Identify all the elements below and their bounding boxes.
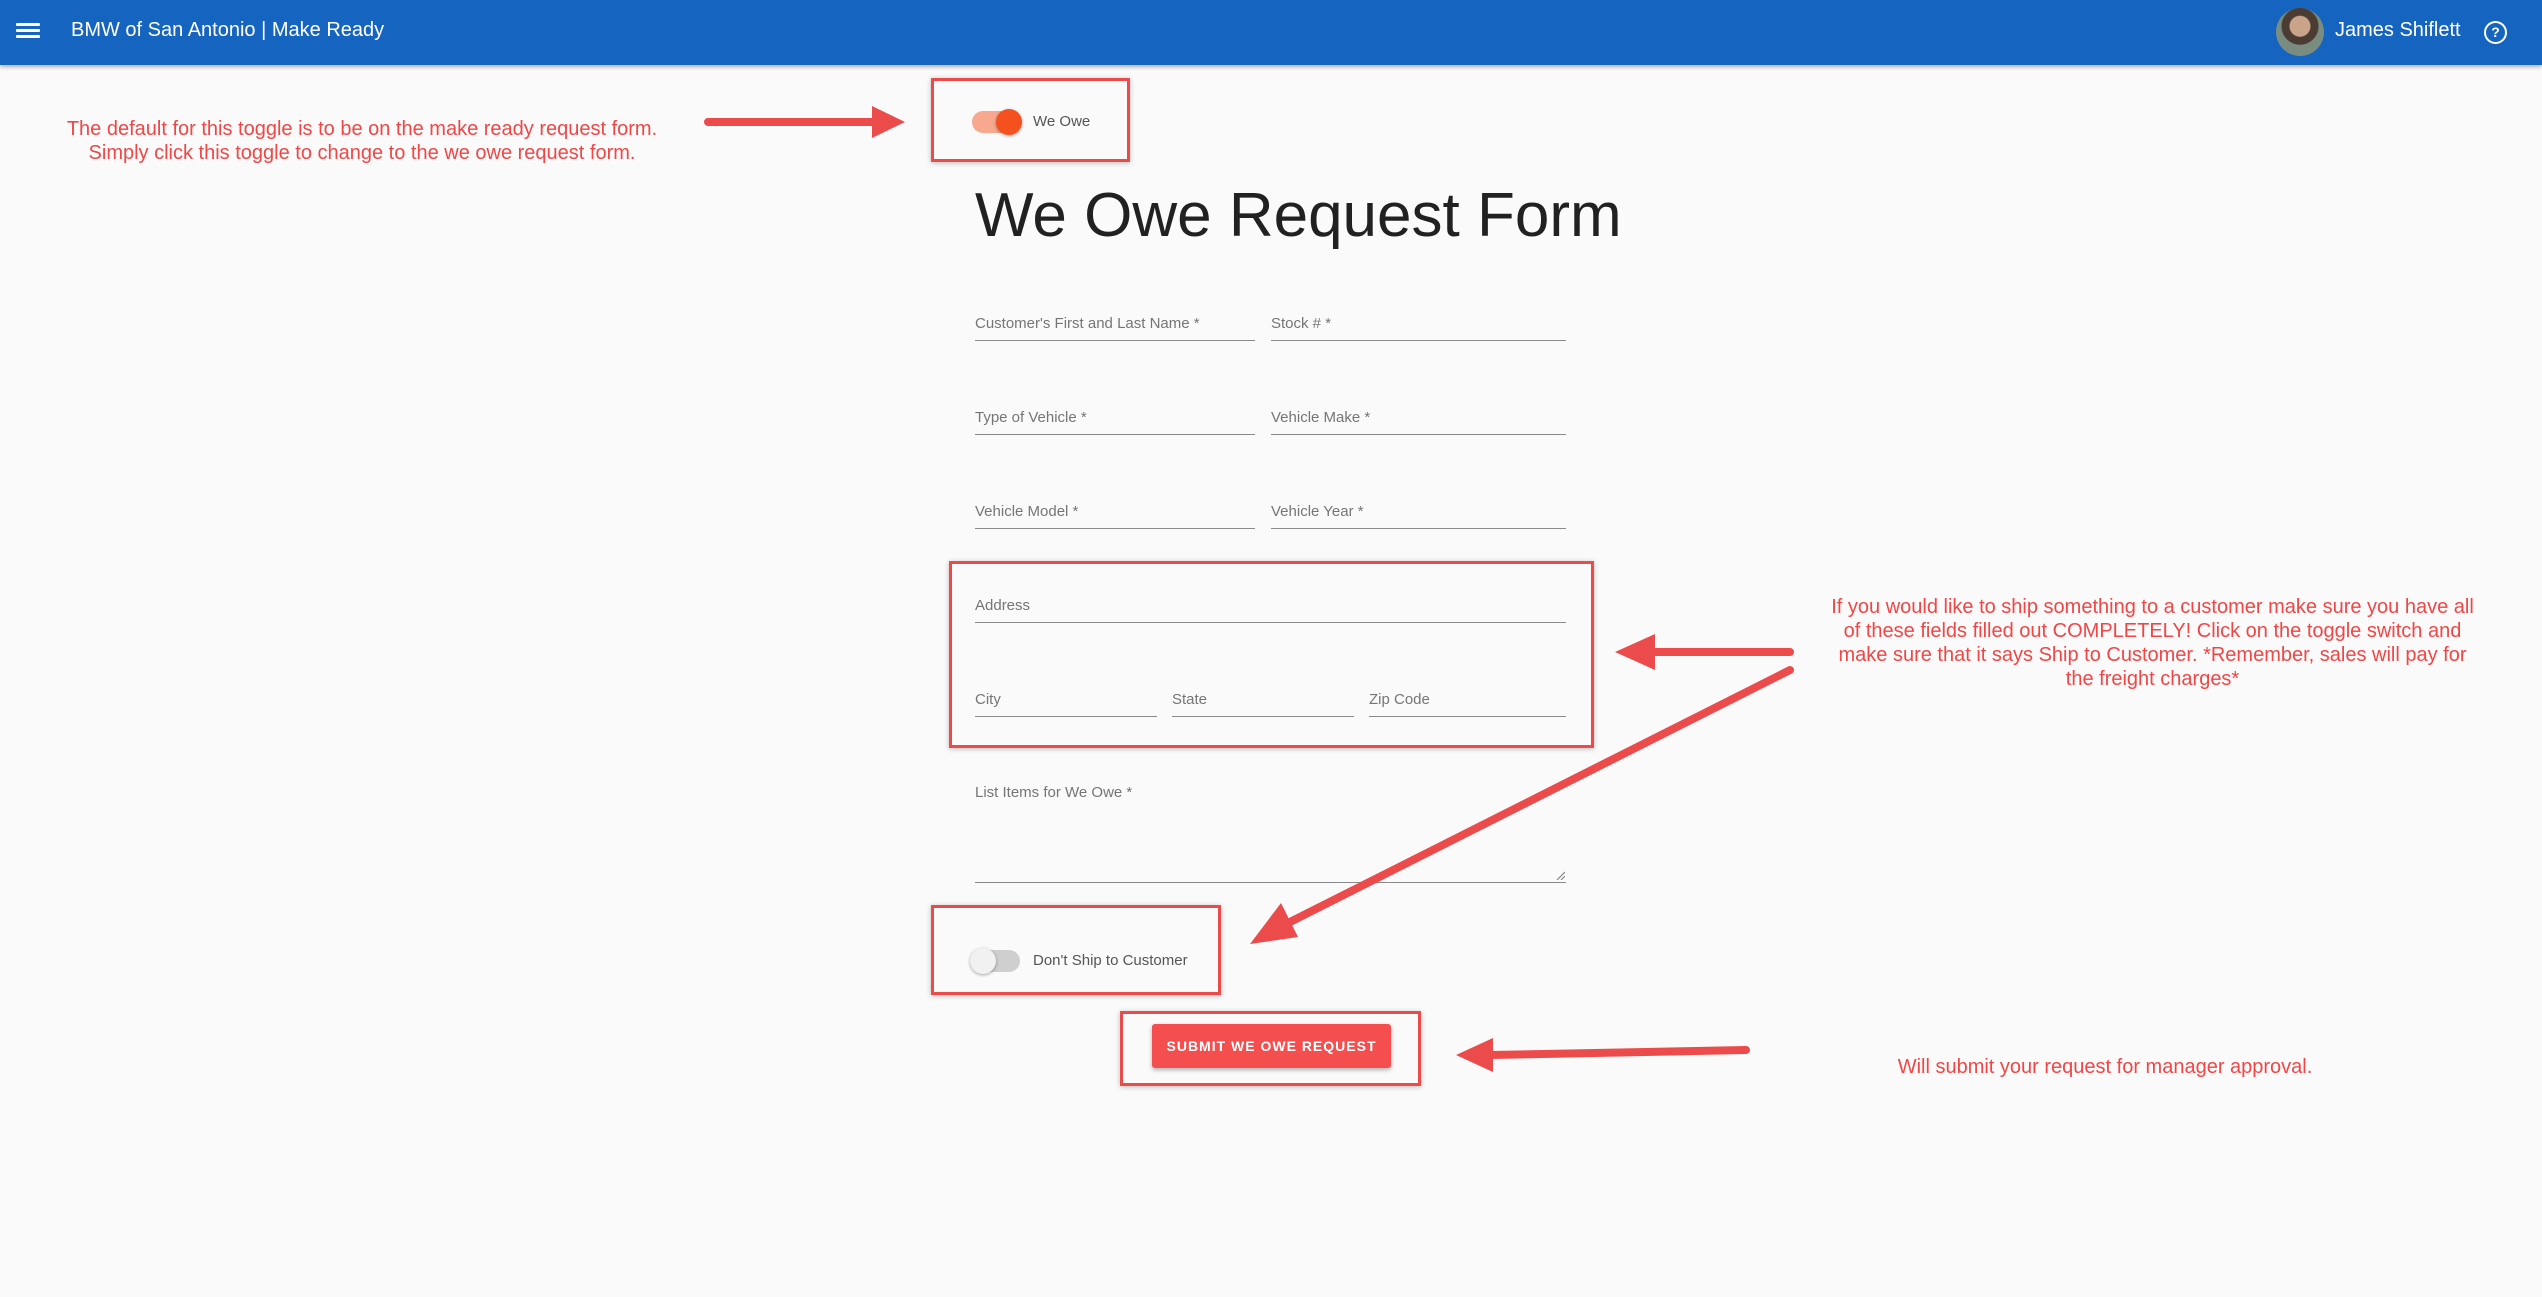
address-highlight-box bbox=[949, 561, 1594, 748]
form-title: We Owe Request Form bbox=[975, 181, 1622, 250]
arrow-to-toggle bbox=[704, 106, 905, 138]
user-name[interactable]: James Shiflett bbox=[2335, 19, 2461, 42]
app-bar: BMW of San Antonio | Make Ready James Sh… bbox=[0, 0, 2542, 65]
avatar[interactable] bbox=[2276, 8, 2324, 56]
vehicle-type-label: Type of Vehicle * bbox=[975, 409, 1087, 426]
stock-number-field[interactable]: Stock # * bbox=[1271, 296, 1566, 341]
menu-icon[interactable] bbox=[16, 20, 40, 44]
help-icon[interactable]: ? bbox=[2484, 21, 2507, 44]
vehicle-model-label: Vehicle Model * bbox=[975, 503, 1079, 520]
vehicle-year-field[interactable]: Vehicle Year * bbox=[1271, 484, 1566, 529]
customer-name-field[interactable]: Customer's First and Last Name * bbox=[975, 296, 1255, 341]
address-note: If you would like to ship something to a… bbox=[1831, 596, 2474, 690]
stock-number-label: Stock # * bbox=[1271, 315, 1332, 332]
submit-note: Will submit your request for manager app… bbox=[1897, 1056, 2313, 1078]
app-title: BMW of San Antonio | Make Ready bbox=[71, 19, 385, 41]
vehicle-year-label: Vehicle Year * bbox=[1271, 503, 1364, 520]
customer-name-label: Customer's First and Last Name * bbox=[975, 315, 1200, 332]
resize-grip-icon[interactable] bbox=[1555, 870, 1565, 880]
vehicle-model-field[interactable]: Vehicle Model * bbox=[975, 484, 1255, 529]
submit-highlight-box bbox=[1120, 1011, 1421, 1086]
toggle-highlight-box bbox=[931, 78, 1130, 162]
arrow-to-address bbox=[1615, 634, 1794, 670]
vehicle-type-field[interactable]: Type of Vehicle * bbox=[975, 390, 1255, 435]
vehicle-make-label: Vehicle Make * bbox=[1271, 409, 1371, 426]
list-items-textarea[interactable]: List Items for We Owe * bbox=[975, 778, 1566, 883]
ship-toggle-highlight-box bbox=[931, 905, 1221, 995]
arrow-to-submit bbox=[1456, 1038, 1750, 1072]
vehicle-make-field[interactable]: Vehicle Make * bbox=[1271, 390, 1566, 435]
toggle-note: The default for this toggle is to be on … bbox=[66, 118, 658, 164]
list-items-label: List Items for We Owe * bbox=[975, 784, 1133, 801]
